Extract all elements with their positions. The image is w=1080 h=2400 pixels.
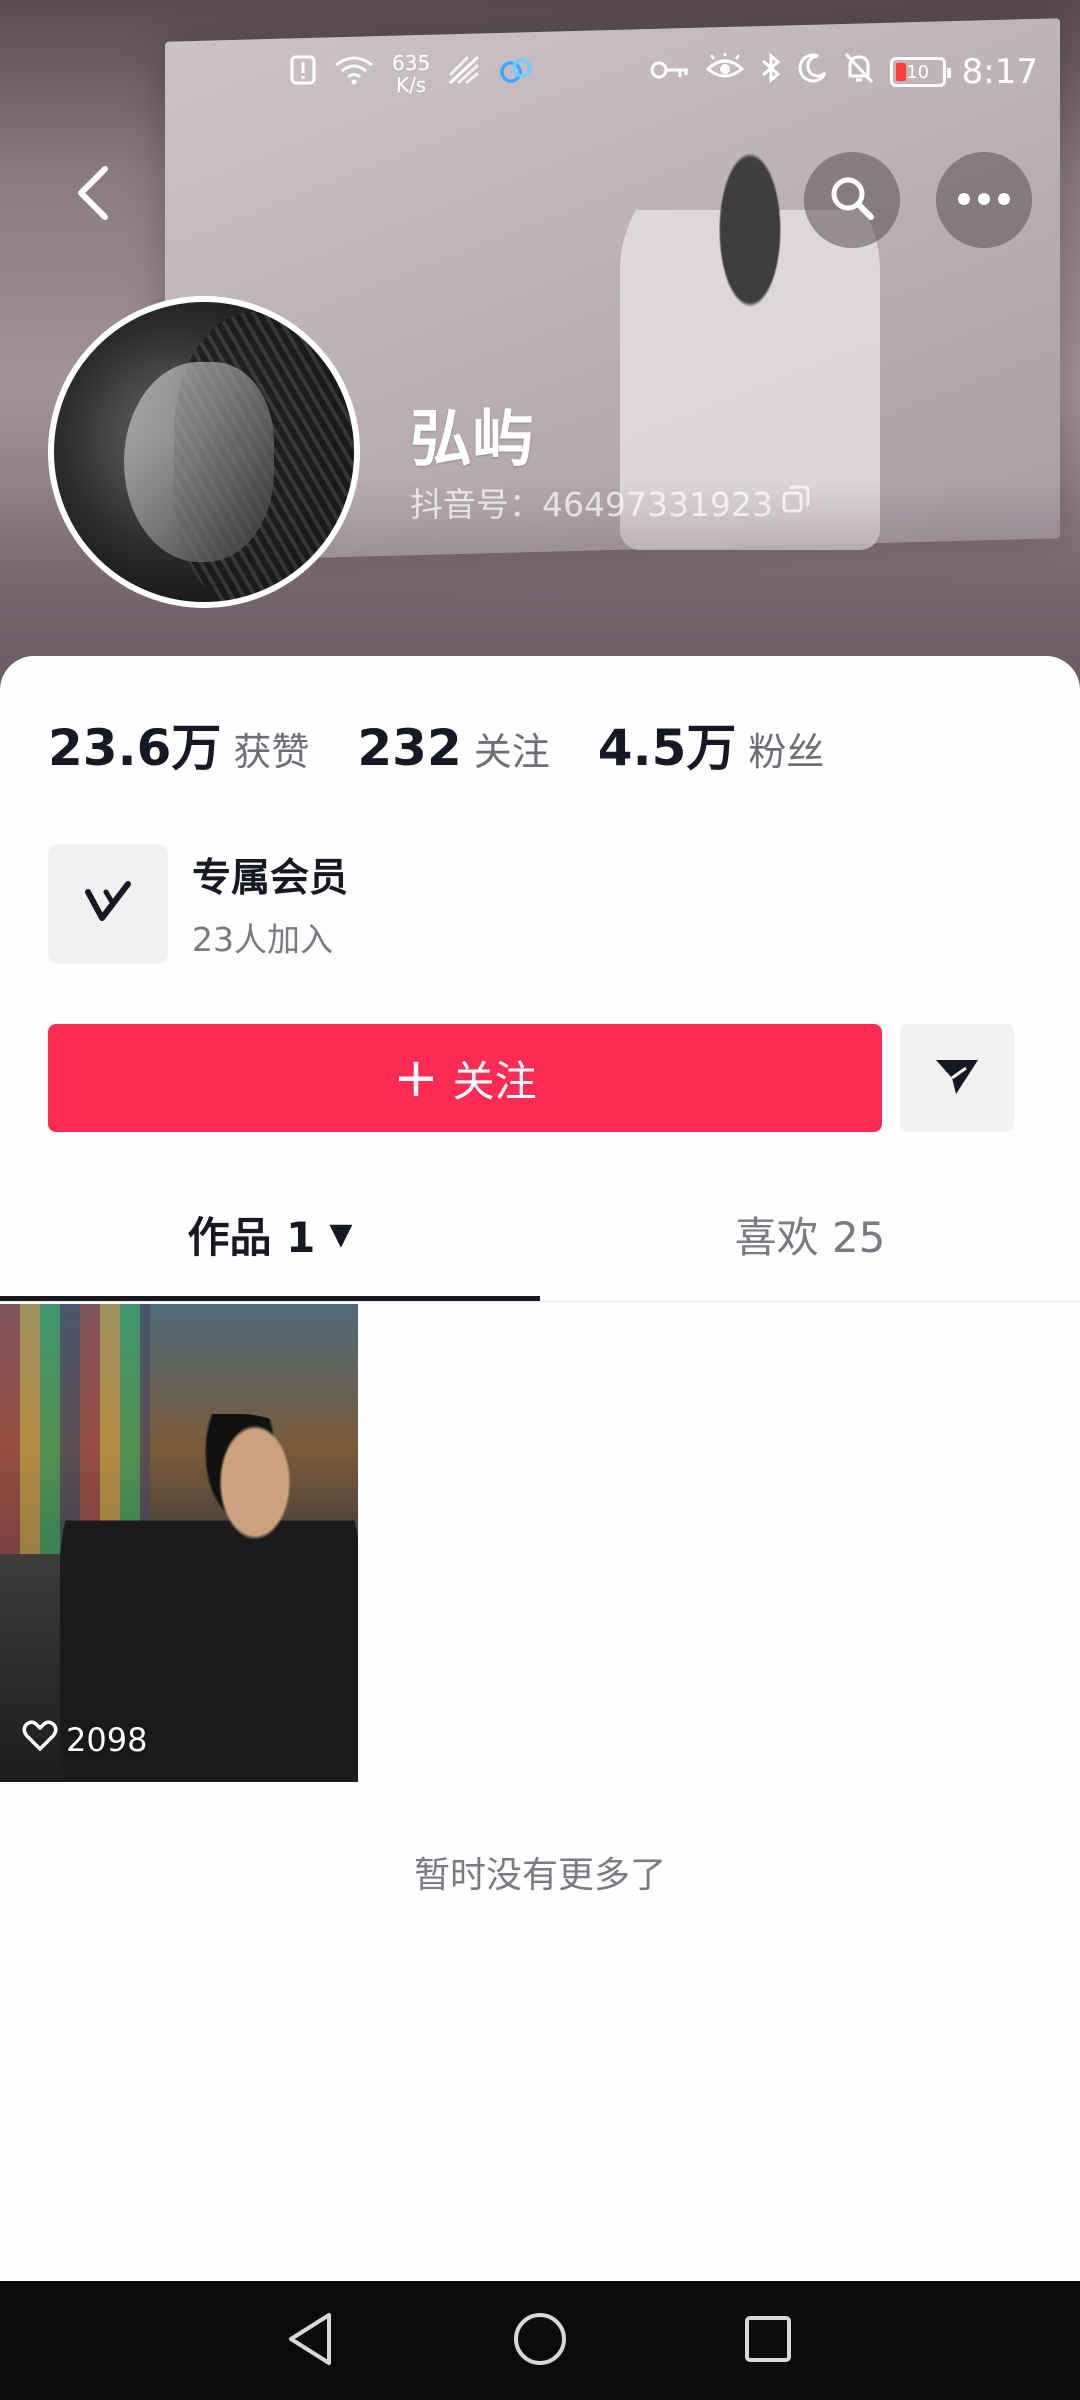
stat-likes[interactable]: 23.6万 获赞 <box>48 708 309 780</box>
avatar[interactable] <box>48 296 360 608</box>
follow-label: 关注 <box>452 1056 537 1106</box>
divider <box>0 1301 1080 1302</box>
content-tabs: 作品 1 ▼ 喜欢 25 <box>0 1166 1080 1302</box>
tab-likes[interactable]: 喜欢 25 <box>540 1166 1080 1302</box>
membership-subtitle: 23人加入 <box>192 920 333 959</box>
key-icon <box>650 55 690 90</box>
no-signal-icon <box>448 55 480 93</box>
follow-button[interactable]: + 关注 <box>48 1024 882 1132</box>
square-recents-icon <box>743 2314 793 2368</box>
system-navigation-bar <box>0 2281 1080 2400</box>
wifi-icon <box>334 55 374 93</box>
eye-comfort-icon <box>705 53 744 91</box>
chevron-left-icon <box>75 165 111 225</box>
membership-icon-box <box>48 844 168 964</box>
profile-stats: 23.6万 获赞 232 关注 4.5万 粉丝 <box>48 708 872 780</box>
system-home-button[interactable] <box>508 2309 572 2373</box>
back-button[interactable] <box>50 152 136 238</box>
circle-home-icon <box>512 2311 568 2371</box>
more-button[interactable] <box>936 152 1032 248</box>
video-like-count: 2098 <box>22 1720 147 1760</box>
video-thumbnail[interactable]: 2098 <box>0 1304 358 1782</box>
battery-icon: 10 <box>889 57 951 87</box>
profile-name: 弘屿 <box>410 402 535 475</box>
system-recents-button[interactable] <box>736 2309 800 2373</box>
search-button[interactable] <box>804 152 900 248</box>
alert-icon <box>290 55 316 93</box>
stat-followers[interactable]: 4.5万 粉丝 <box>598 708 825 780</box>
membership-title: 专属会员 <box>192 856 349 901</box>
caret-down-icon: ▼ <box>329 1216 353 1252</box>
heart-icon <box>22 1720 58 1760</box>
profile-card: 23.6万 获赞 232 关注 4.5万 粉丝 专属会员 23人加入 + 关注 … <box>0 656 1080 2281</box>
cloud-sync-icon <box>498 55 534 93</box>
moon-icon <box>798 53 828 91</box>
triangle-back-icon <box>285 2311 335 2371</box>
profile-screen: 635 K/s 10 8:17 弘屿 抖音号：46497331923 23.6万… <box>0 0 1080 2400</box>
membership-entry[interactable]: 专属会员 23人加入 <box>48 844 348 964</box>
mute-icon <box>844 52 874 92</box>
send-icon <box>934 1056 980 1100</box>
send-message-button[interactable] <box>900 1024 1014 1132</box>
membership-v-icon <box>82 880 134 928</box>
clock: 8:17 <box>961 52 1038 92</box>
no-more-text: 暂时没有更多了 <box>413 1855 666 1896</box>
network-speed: 635 K/s <box>392 51 431 97</box>
copy-icon[interactable] <box>781 483 811 522</box>
more-horizontal-icon <box>957 191 1011 210</box>
status-bar: 635 K/s 10 8:17 <box>0 0 1080 96</box>
status-bar-right: 10 8:17 <box>650 52 1038 92</box>
plus-icon: + <box>393 1046 439 1109</box>
tab-works[interactable]: 作品 1 ▼ <box>0 1166 540 1302</box>
stat-following[interactable]: 232 关注 <box>357 719 549 777</box>
status-bar-left: 635 K/s <box>290 52 534 96</box>
system-back-button[interactable] <box>278 2309 342 2373</box>
search-icon <box>827 173 877 227</box>
douyin-id[interactable]: 抖音号：46497331923 <box>410 478 811 526</box>
bluetooth-icon <box>760 52 782 92</box>
